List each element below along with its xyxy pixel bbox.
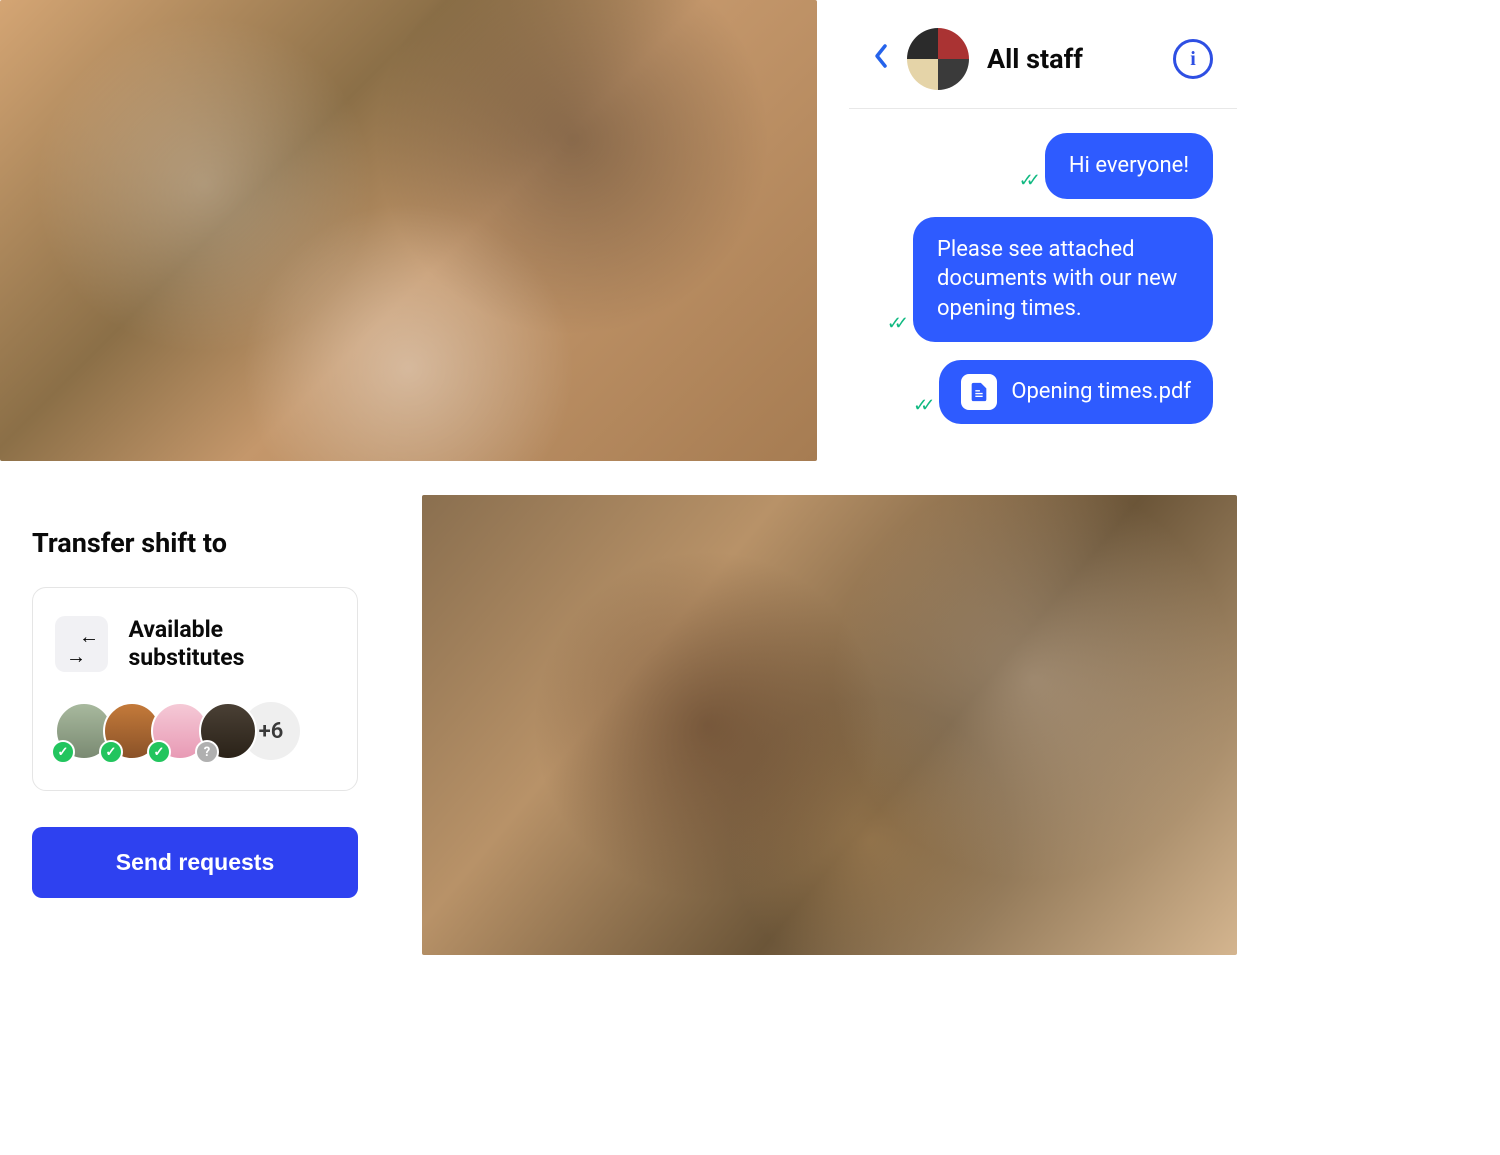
chat-panel: All staff i ✓✓ Hi everyone! ✓✓ Please se…: [849, 0, 1237, 461]
chat-header: All staff i: [849, 0, 1237, 109]
read-receipt-icon: ✓✓: [913, 395, 927, 416]
back-button[interactable]: [873, 43, 889, 76]
message-bubble[interactable]: Hi everyone!: [1045, 133, 1213, 199]
transfer-title: Transfer shift to: [32, 527, 358, 559]
substitutes-header: Available substitutes: [55, 616, 335, 672]
attachment-filename: Opening times.pdf: [1011, 377, 1191, 407]
checkout-photo: [422, 495, 1237, 955]
substitutes-label: Available substitutes: [128, 616, 335, 671]
document-icon: [961, 374, 997, 410]
unknown-status-icon: ?: [195, 740, 219, 764]
substitutes-card[interactable]: Available substitutes ✓ ✓ ✓: [32, 587, 358, 791]
info-button[interactable]: i: [1173, 39, 1213, 79]
available-status-icon: ✓: [147, 740, 171, 764]
message-row: ✓✓ Hi everyone!: [873, 133, 1213, 199]
attachment-bubble[interactable]: Opening times.pdf: [939, 360, 1213, 424]
group-avatar[interactable]: [907, 28, 969, 90]
send-requests-button[interactable]: Send requests: [32, 827, 358, 898]
read-receipt-icon: ✓✓: [887, 313, 901, 334]
chat-title: All staff: [987, 43, 1155, 75]
message-row: ✓✓ Opening times.pdf: [873, 360, 1213, 424]
substitute-avatar[interactable]: ?: [199, 702, 257, 760]
available-status-icon: ✓: [51, 740, 75, 764]
available-status-icon: ✓: [99, 740, 123, 764]
transfer-shift-panel: Transfer shift to Available substitutes …: [0, 495, 390, 955]
cafe-photo: [0, 0, 817, 461]
avatar-stack: ✓ ✓ ✓ ? +6: [55, 702, 335, 760]
read-receipt-icon: ✓✓: [1019, 170, 1033, 191]
message-bubble[interactable]: Please see attached documents with our n…: [913, 217, 1213, 342]
chat-messages: ✓✓ Hi everyone! ✓✓ Please see attached d…: [849, 109, 1237, 461]
swap-icon: [55, 616, 108, 672]
message-row: ✓✓ Please see attached documents with ou…: [873, 217, 1213, 342]
